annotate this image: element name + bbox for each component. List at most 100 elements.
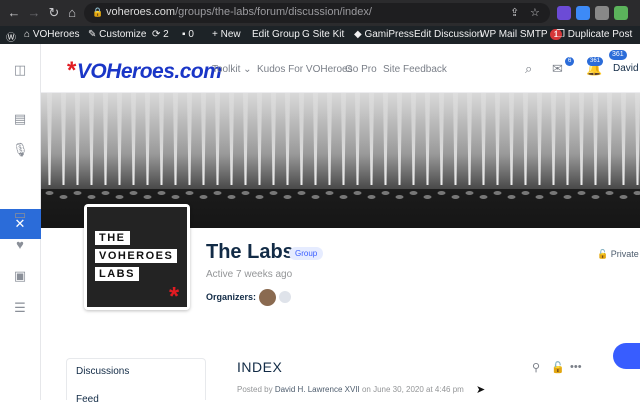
- cover-rack-hole: [60, 195, 68, 199]
- site-logo[interactable]: *VOHeroes.com: [67, 57, 221, 85]
- author-link[interactable]: David H. Lawrence XVII: [275, 385, 360, 394]
- points-badge: 361: [609, 50, 627, 60]
- menu-kudos[interactable]: Kudos For VOHeroes: [257, 64, 353, 75]
- cover-rack-hole: [88, 195, 96, 199]
- inbox-icon: ✉: [552, 61, 563, 77]
- cover-rack-hole: [130, 191, 138, 195]
- cover-rack-hole: [256, 195, 264, 199]
- adminbar-gamipress[interactable]: ◆ GamiPress: [354, 29, 414, 40]
- cover-rack-hole: [116, 195, 124, 199]
- cover-rack-hole: [172, 195, 180, 199]
- back-icon[interactable]: ←: [6, 5, 22, 21]
- adminbar-new-label: New: [221, 29, 241, 40]
- posted-by-label: Posted by: [237, 385, 273, 394]
- cover-rack-hole: [410, 191, 418, 195]
- group-avatar-logo: THE VOHEROES LABS *: [87, 207, 187, 307]
- lock-icon: 🔓: [597, 249, 608, 259]
- post-date: on June 30, 2020 at 4:46 pm: [362, 385, 464, 394]
- group-type-badge: Group: [289, 247, 323, 260]
- extension-icon[interactable]: [576, 6, 590, 20]
- cover-rack-hole: [326, 191, 334, 195]
- adminbar-new[interactable]: + New: [212, 29, 241, 40]
- adminbar-duplicate-post[interactable]: ❐ Duplicate Post: [556, 29, 632, 40]
- forward-icon[interactable]: →: [26, 5, 42, 21]
- cover-rack-hole: [550, 191, 558, 195]
- url-host: voheroes.com: [106, 6, 175, 18]
- lock-icon: 🔒: [92, 7, 103, 18]
- user-menu[interactable]: David H: [613, 63, 640, 74]
- home-icon[interactable]: ⌂: [64, 5, 80, 21]
- messages-badge: 6: [565, 57, 574, 66]
- cover-rack-hole: [438, 191, 446, 195]
- notifications-button[interactable]: 🔔 361: [586, 61, 600, 75]
- adminbar-customize-label: Customize: [99, 29, 146, 40]
- list-icon[interactable]: ☰: [12, 300, 28, 316]
- cover-rack-hole: [424, 195, 432, 199]
- heart-icon[interactable]: ♥: [12, 237, 28, 253]
- menu-site-feedback[interactable]: Site Feedback: [383, 64, 447, 75]
- pin-icon[interactable]: ⚲: [532, 361, 540, 374]
- cover-rack-hole: [382, 191, 390, 195]
- cover-rack-hole: [144, 195, 152, 199]
- adminbar-wp-mail-smtp-label: WP Mail SMTP: [480, 29, 548, 40]
- adminbar-wp-mail-smtp[interactable]: WP Mail SMTP1: [480, 29, 562, 40]
- more-options-icon[interactable]: •••: [570, 361, 582, 373]
- browser-toolbar: ← → ↻ ⌂ 🔒 voheroes.com/groups/the-labs/f…: [0, 0, 640, 26]
- url-text: voheroes.com/groups/the-labs/forum/discu…: [106, 6, 372, 18]
- group-title: The Labs: [206, 241, 294, 264]
- cover-rack-hole: [242, 191, 250, 195]
- left-panel-rail: ◫ ▤ 🎙 ✕ ▭ ♥ ▣ ☰: [0, 44, 41, 400]
- adminbar-gamipress-label: GamiPress: [364, 29, 413, 40]
- cover-rack-hole: [536, 195, 544, 199]
- gift-icon[interactable]: ▣: [12, 268, 28, 284]
- menu-go-pro[interactable]: Go Pro: [345, 64, 377, 75]
- cover-rack-hole: [466, 191, 474, 195]
- adminbar-comments[interactable]: ▪ 0: [182, 29, 194, 40]
- menu-toolkit-label: Toolkit: [212, 64, 240, 75]
- reload-icon[interactable]: ↻: [46, 5, 62, 21]
- avatar-line-3: LABS: [95, 267, 139, 281]
- extension-icon[interactable]: [614, 6, 628, 20]
- cover-rack-hole: [578, 191, 586, 195]
- microphone-icon[interactable]: 🎙: [12, 142, 28, 158]
- avatar-line-2: VOHEROES: [95, 249, 177, 263]
- cover-rack-hole: [522, 191, 530, 195]
- group-avatar[interactable]: THE VOHEROES LABS *: [84, 204, 190, 310]
- adminbar-updates[interactable]: ⟳ 2: [152, 29, 169, 40]
- cover-rack-hole: [298, 191, 306, 195]
- adminbar-duplicate-post-label: Duplicate Post: [568, 29, 632, 40]
- adminbar-updates-count: 2: [163, 29, 169, 40]
- nav-discussions[interactable]: Discussions: [76, 366, 129, 377]
- address-bar[interactable]: 🔒 voheroes.com/groups/the-labs/forum/dis…: [84, 3, 550, 23]
- cover-rack-hole: [228, 195, 236, 199]
- lock-icon[interactable]: 🔓: [551, 361, 565, 374]
- cover-rack-hole: [158, 191, 166, 195]
- wordpress-icon[interactable]: Ⓦ: [6, 29, 16, 44]
- site-header: *VOHeroes.com Toolkit ⌄ Kudos For VOHero…: [41, 44, 640, 93]
- adminbar-site[interactable]: ⌂ VOHeroes: [24, 29, 80, 40]
- adminbar-site-kit[interactable]: G Site Kit: [302, 29, 344, 40]
- group-privacy-label: Private: [611, 249, 639, 259]
- messages-button[interactable]: ✉ 6: [552, 61, 566, 75]
- new-discussion-button[interactable]: [613, 343, 640, 369]
- cover-rack-hole: [186, 191, 194, 195]
- adminbar-edit-discussion[interactable]: Edit Discussion: [414, 29, 482, 40]
- cover-rack-hole: [494, 191, 502, 195]
- cover-rack-hole: [270, 191, 278, 195]
- search-icon[interactable]: ⌕: [525, 61, 532, 77]
- extension-icon[interactable]: [557, 6, 571, 20]
- cover-rack-hole: [102, 191, 110, 195]
- adminbar-customize[interactable]: ✎ Customize: [88, 29, 146, 40]
- organizer-avatar[interactable]: [259, 289, 276, 306]
- cover-rack-hole: [606, 191, 614, 195]
- bookmark-star-icon[interactable]: ☆: [530, 6, 540, 19]
- menu-toolkit[interactable]: Toolkit ⌄: [212, 64, 252, 75]
- panel-toggle-icon[interactable]: ◫: [12, 62, 28, 78]
- organizer-avatar[interactable]: [279, 291, 291, 303]
- book-icon[interactable]: ▤: [12, 111, 28, 127]
- adminbar-edit-group[interactable]: Edit Group: [252, 29, 300, 40]
- chat-icon[interactable]: ▭: [12, 207, 28, 223]
- share-icon[interactable]: ⇪: [510, 6, 519, 19]
- cover-rack-hole: [368, 195, 376, 199]
- extension-icon[interactable]: [595, 6, 609, 20]
